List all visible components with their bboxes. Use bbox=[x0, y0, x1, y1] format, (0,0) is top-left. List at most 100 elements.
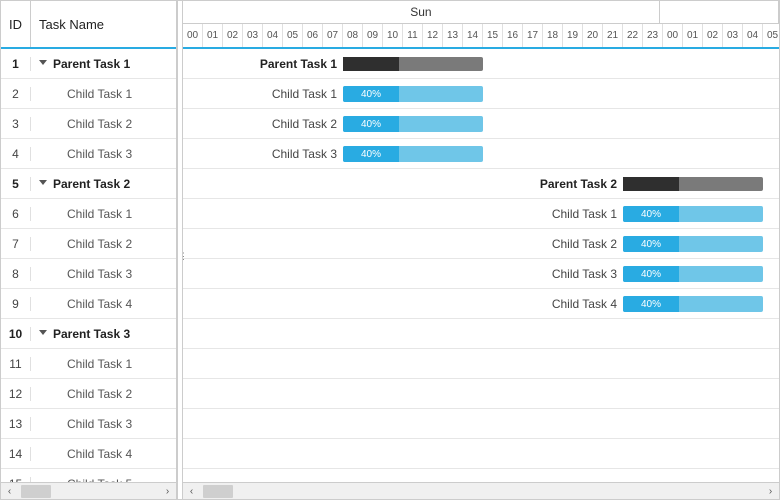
row-name-cell[interactable]: Child Task 2 bbox=[31, 237, 176, 251]
scroll-thumb[interactable] bbox=[203, 485, 233, 498]
column-header-name[interactable]: Task Name bbox=[31, 1, 176, 47]
task-name-label: Child Task 3 bbox=[67, 417, 132, 431]
tree-row[interactable]: 7Child Task 2 bbox=[1, 229, 176, 259]
summary-bar[interactable] bbox=[623, 177, 763, 191]
timeline-horizontal-scrollbar[interactable]: ‹ › bbox=[183, 482, 779, 499]
tree-row[interactable]: 6Child Task 1 bbox=[1, 199, 176, 229]
task-name-label: Child Task 3 bbox=[67, 147, 132, 161]
row-name-cell[interactable]: Child Task 4 bbox=[31, 297, 176, 311]
timeline-row[interactable] bbox=[183, 349, 779, 379]
progress-text: 40% bbox=[361, 149, 381, 160]
row-id: 4 bbox=[1, 147, 31, 161]
task-bar[interactable]: 40% bbox=[623, 206, 763, 222]
task-name-label: Child Task 2 bbox=[67, 387, 132, 401]
scroll-left-icon[interactable]: ‹ bbox=[183, 483, 200, 499]
timeline-row[interactable]: Parent Task 2 bbox=[183, 169, 779, 199]
tree-row[interactable]: 11Child Task 1 bbox=[1, 349, 176, 379]
row-name-cell[interactable]: Parent Task 3 bbox=[31, 327, 176, 341]
row-id: 1 bbox=[1, 57, 31, 71]
tree-row[interactable]: 13 Child Task 3 bbox=[1, 409, 176, 439]
timeline-row[interactable] bbox=[183, 319, 779, 349]
summary-bar[interactable] bbox=[343, 57, 483, 71]
task-bar[interactable]: 40% bbox=[623, 266, 763, 282]
hour-header: 00 bbox=[663, 24, 683, 47]
progress-fill: 40% bbox=[343, 86, 399, 102]
hour-header: 06 bbox=[303, 24, 323, 47]
task-tree-panel: ID Task Name 1Parent Task 12Child Task 1… bbox=[1, 1, 177, 499]
timeline-row[interactable]: Child Task 340% bbox=[183, 259, 779, 289]
tree-row[interactable]: 10Parent Task 3 bbox=[1, 319, 176, 349]
row-name-cell[interactable]: Parent Task 1 bbox=[31, 57, 176, 71]
timeline-row[interactable]: Child Task 3 40% bbox=[183, 139, 779, 169]
tree-row[interactable]: 15Child Task 5 bbox=[1, 469, 176, 482]
expand-collapse-icon[interactable] bbox=[39, 330, 47, 335]
tree-row[interactable]: 4 Child Task 3 bbox=[1, 139, 176, 169]
tree-row[interactable]: 14Child Task 4 bbox=[1, 439, 176, 469]
timeline-row[interactable] bbox=[183, 439, 779, 469]
hour-header: 00 bbox=[183, 24, 203, 47]
hour-header: 17 bbox=[523, 24, 543, 47]
scroll-right-icon[interactable]: › bbox=[159, 483, 176, 500]
timeline-row[interactable]: Child Task 240% bbox=[183, 229, 779, 259]
tree-row[interactable]: 8 Child Task 3 bbox=[1, 259, 176, 289]
row-id: 8 bbox=[1, 267, 31, 281]
timeline-body[interactable]: Parent Task 1Child Task 140%Child Task 2… bbox=[183, 49, 779, 482]
task-bar[interactable]: 40% bbox=[343, 86, 483, 102]
hour-header: 20 bbox=[583, 24, 603, 47]
timeline-row[interactable]: Child Task 140% bbox=[183, 79, 779, 109]
row-name-cell[interactable]: Child Task 3 bbox=[31, 147, 176, 161]
tree-row[interactable]: 5Parent Task 2 bbox=[1, 169, 176, 199]
task-name-label: Child Task 2 bbox=[67, 237, 132, 251]
progress-fill: 40% bbox=[623, 236, 679, 252]
row-name-cell[interactable]: Child Task 2 bbox=[31, 387, 176, 401]
hour-header: 21 bbox=[603, 24, 623, 47]
timeline-row[interactable] bbox=[183, 379, 779, 409]
scroll-right-icon[interactable]: › bbox=[762, 483, 779, 499]
tree-horizontal-scrollbar[interactable]: ‹ › bbox=[1, 482, 176, 499]
task-name-label: Child Task 3 bbox=[67, 267, 132, 281]
expand-collapse-icon[interactable] bbox=[39, 180, 47, 185]
row-name-cell[interactable]: Child Task 1 bbox=[31, 207, 176, 221]
timeline-row[interactable]: Child Task 240% bbox=[183, 109, 779, 139]
timeline-row[interactable]: Parent Task 1 bbox=[183, 49, 779, 79]
row-name-cell[interactable]: Child Task 2 bbox=[31, 117, 176, 131]
progress-fill: 40% bbox=[623, 296, 679, 312]
hour-header: 14 bbox=[463, 24, 483, 47]
bar-label: Parent Task 2 bbox=[183, 169, 623, 199]
tree-row[interactable]: 3Child Task 2 bbox=[1, 109, 176, 139]
row-name-cell[interactable]: Child Task 3 bbox=[31, 267, 176, 281]
hour-header: 05 bbox=[763, 24, 779, 47]
row-name-cell[interactable]: Child Task 1 bbox=[31, 357, 176, 371]
column-header-id[interactable]: ID bbox=[1, 1, 31, 47]
task-bar[interactable]: 40% bbox=[623, 296, 763, 312]
row-name-cell[interactable]: Parent Task 2 bbox=[31, 177, 176, 191]
task-name-label: Child Task 2 bbox=[67, 117, 132, 131]
timeline-row[interactable]: Child Task 440% bbox=[183, 289, 779, 319]
bar-label: Child Task 3 bbox=[183, 139, 343, 169]
row-name-cell[interactable]: Child Task 1 bbox=[31, 87, 176, 101]
tree-row[interactable]: 9Child Task 4 bbox=[1, 289, 176, 319]
scroll-thumb[interactable] bbox=[21, 485, 51, 498]
scroll-left-icon[interactable]: ‹ bbox=[1, 483, 18, 500]
hour-header: 23 bbox=[643, 24, 663, 47]
task-bar[interactable]: 40% bbox=[343, 146, 483, 162]
timeline-row[interactable] bbox=[183, 469, 779, 482]
hour-header: 03 bbox=[243, 24, 263, 47]
tree-row[interactable]: 1Parent Task 1 bbox=[1, 49, 176, 79]
progress-fill: 40% bbox=[623, 206, 679, 222]
row-name-cell[interactable]: Child Task 4 bbox=[31, 447, 176, 461]
task-bar[interactable]: 40% bbox=[623, 236, 763, 252]
timeline-header-hours: 0001020304050607080910111213141516171819… bbox=[183, 24, 779, 47]
expand-collapse-icon[interactable] bbox=[39, 60, 47, 65]
tree-row[interactable]: 2Child Task 1 bbox=[1, 79, 176, 109]
row-id: 13 bbox=[1, 417, 31, 431]
row-name-cell[interactable]: Child Task 3 bbox=[31, 417, 176, 431]
bar-label: Child Task 2 bbox=[183, 109, 343, 139]
hour-header: 22 bbox=[623, 24, 643, 47]
task-bar[interactable]: 40% bbox=[343, 116, 483, 132]
progress-fill bbox=[623, 177, 679, 191]
row-id: 5 bbox=[1, 177, 31, 191]
timeline-row[interactable] bbox=[183, 409, 779, 439]
timeline-row[interactable]: Child Task 140% bbox=[183, 199, 779, 229]
tree-row[interactable]: 12Child Task 2 bbox=[1, 379, 176, 409]
